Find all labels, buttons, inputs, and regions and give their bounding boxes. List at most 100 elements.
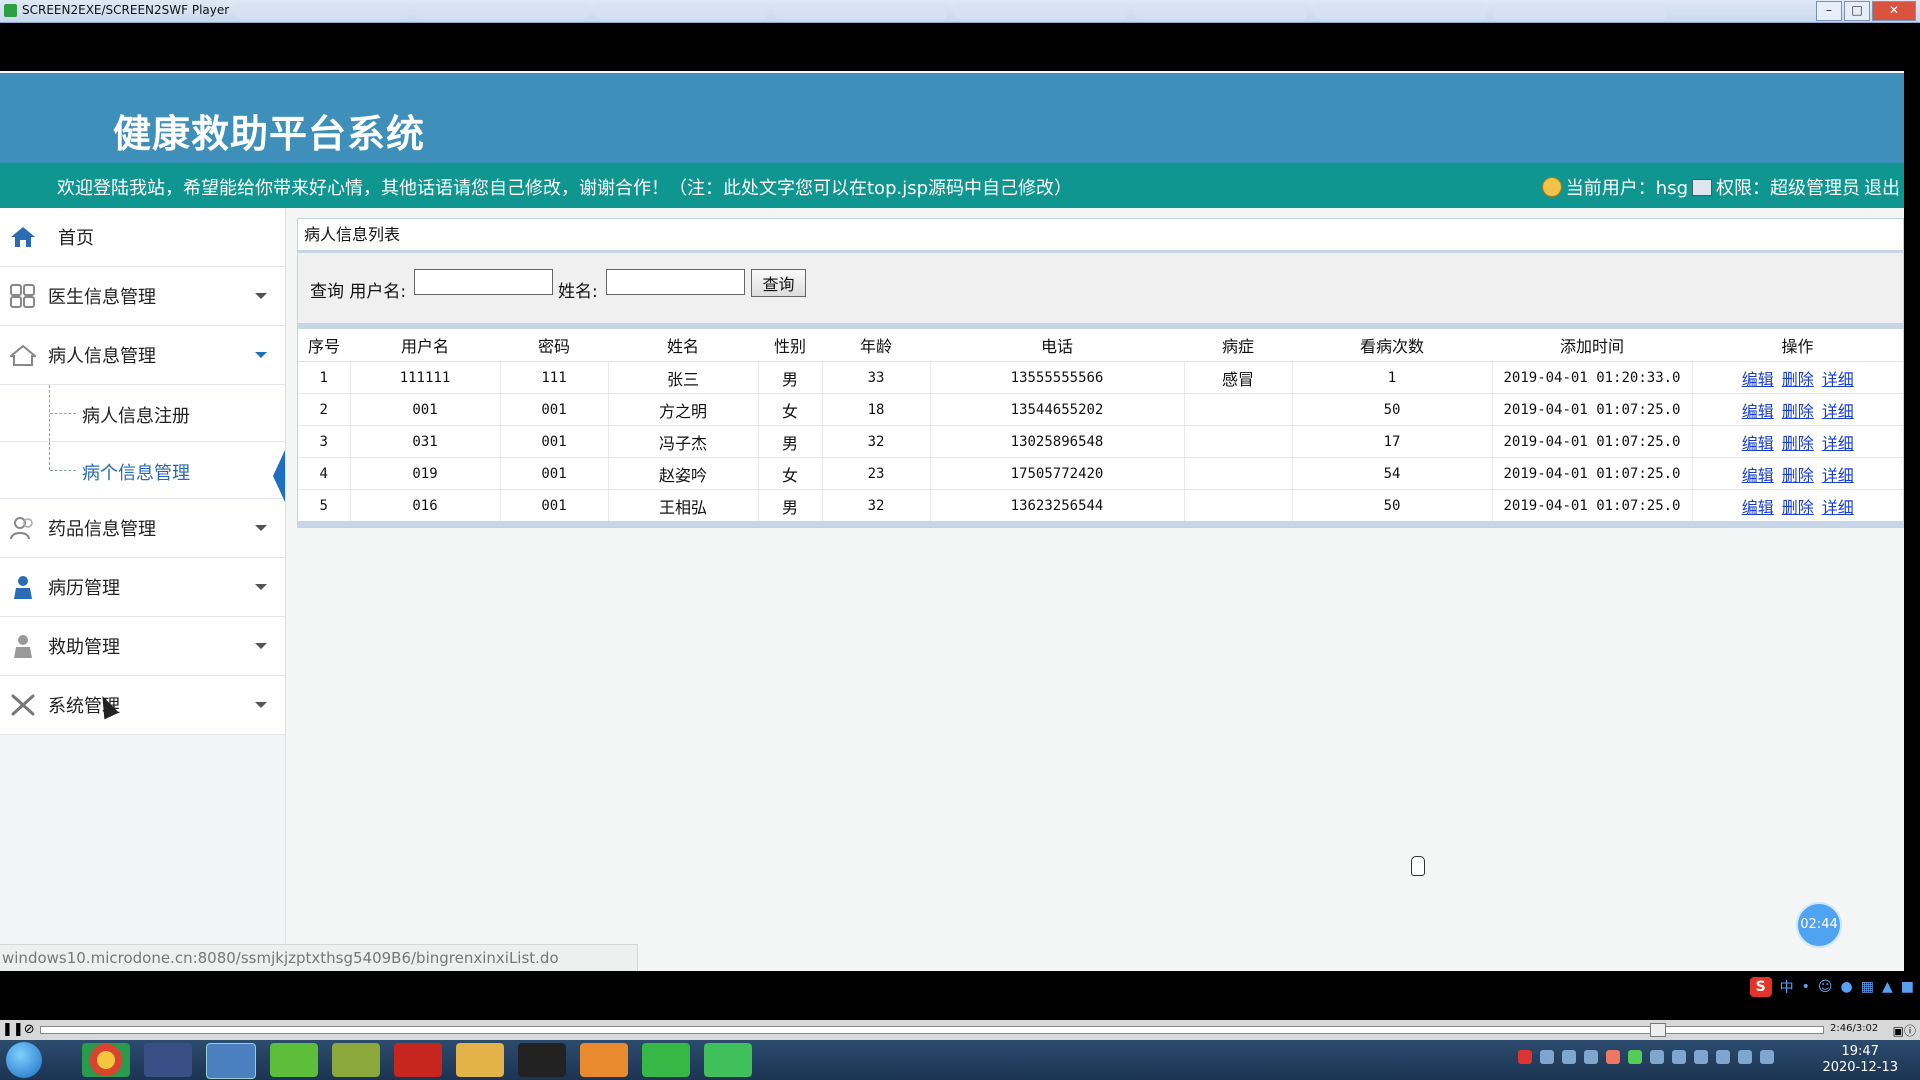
welcome-text: 欢迎登陆我站，希望能给你带来好心情，其他话语请您自己修改，谢谢合作！（注：此处文…	[57, 178, 1073, 199]
tray-icon[interactable]	[1562, 1050, 1576, 1064]
tray-icon[interactable]	[1606, 1050, 1620, 1064]
sidebar-item-records[interactable]: 病历管理	[0, 558, 285, 617]
edit-link[interactable]: 编辑	[1742, 402, 1774, 421]
tab[interactable]	[236, 3, 408, 19]
edit-link[interactable]: 编辑	[1742, 370, 1774, 389]
wechat-icon[interactable]	[642, 1043, 690, 1077]
recording-timer[interactable]: 02:44	[1796, 902, 1842, 948]
seek-bar[interactable]	[40, 1026, 1824, 1034]
search-button[interactable]: 查询	[751, 269, 806, 297]
logout-link[interactable]: 退出	[1864, 174, 1900, 200]
pause-icon[interactable]: ❚❚⊘	[2, 1022, 35, 1037]
app-green-icon[interactable]	[270, 1043, 318, 1077]
sidebar-subitem-register[interactable]: 病人信息注册	[0, 385, 285, 442]
tab[interactable]	[775, 3, 947, 19]
flash-icon[interactable]	[394, 1043, 442, 1077]
cell-disease	[1184, 457, 1293, 490]
tab[interactable]	[955, 3, 1127, 19]
search-labels: 查询 用户名:	[310, 277, 406, 302]
taskbar-apps	[82, 1043, 752, 1079]
site-header: 健康救助平台系统	[0, 73, 1904, 163]
chevron-down-icon	[255, 352, 267, 358]
player-app-icon[interactable]	[704, 1043, 752, 1077]
minimize-button[interactable]: –	[1816, 1, 1842, 21]
sidebar-item-home[interactable]: 首页	[0, 208, 285, 267]
close-button[interactable]: ✕	[1872, 1, 1916, 21]
edit-link[interactable]: 编辑	[1742, 466, 1774, 485]
sidebar-subitem-manage[interactable]: 病个信息管理	[0, 442, 285, 502]
browser-icon[interactable]	[206, 1043, 256, 1079]
tab[interactable]	[1494, 3, 1666, 19]
web-viewport: 健康救助平台系统 欢迎登陆我站，希望能给你带来好心情，其他话语请您自己修改，谢谢…	[0, 71, 1904, 971]
audio-icon[interactable]	[580, 1043, 628, 1077]
taskbar-clock[interactable]: 19:47 2020-12-13	[1822, 1044, 1898, 1076]
tray-icon[interactable]	[1672, 1050, 1686, 1064]
cell-actions: 编辑 删除 详细	[1692, 489, 1903, 521]
start-button[interactable]	[6, 1042, 42, 1078]
patient-list-panel: 病人信息列表 查询 用户名: 姓名: 查询 序号 用户名 密码 姓名 性别 年龄…	[297, 218, 1904, 528]
delete-link[interactable]: 删除	[1782, 434, 1814, 453]
table-row: 4 019 001 赵姿吟女 23 17505772420 54 2019-04-01 01:…	[298, 457, 1903, 490]
search-prefix: 查询	[310, 282, 344, 302]
tray-icon[interactable]	[1716, 1050, 1730, 1064]
cell-gender: 男	[758, 361, 823, 394]
ime-emoji-icon[interactable]: ☺	[1818, 979, 1833, 995]
sidebar-item-aid[interactable]: 救助管理	[0, 617, 285, 676]
delete-link[interactable]: 删除	[1782, 498, 1814, 517]
sidebar-item-system[interactable]: 系统管理	[0, 676, 285, 735]
chrome-icon[interactable]	[82, 1043, 130, 1077]
tray-icon[interactable]	[1694, 1050, 1708, 1064]
sidebar-item-doctor[interactable]: 医生信息管理	[0, 267, 285, 326]
tab[interactable]	[1314, 3, 1487, 19]
ime-menu-icon[interactable]: ■	[1901, 979, 1914, 995]
folder-icon[interactable]	[456, 1043, 504, 1077]
cell-age: 32	[822, 489, 931, 521]
ime-keyboard-icon[interactable]: ▦	[1861, 979, 1874, 995]
username-input[interactable]	[414, 269, 553, 295]
detail-link[interactable]: 详细	[1822, 498, 1854, 517]
sidebar-item-label: 医生信息管理	[48, 287, 156, 308]
edit-link[interactable]: 编辑	[1742, 434, 1774, 453]
cell-phone: 17505772420	[930, 457, 1185, 490]
seek-thumb[interactable]	[1650, 1023, 1666, 1037]
tray-icon[interactable]	[1760, 1050, 1774, 1064]
ime-skin-icon[interactable]: ▲	[1882, 979, 1893, 995]
sogou-ime-icon[interactable]: S	[1749, 977, 1772, 997]
tab[interactable]	[415, 3, 588, 19]
detail-link[interactable]: 详细	[1822, 402, 1854, 421]
ime-mic-icon[interactable]: ●	[1841, 979, 1853, 995]
delete-link[interactable]: 删除	[1782, 466, 1814, 485]
cell-added: 2019-04-01 01:07:25.0	[1492, 489, 1693, 521]
tray-icon[interactable]	[1540, 1050, 1554, 1064]
qq-icon[interactable]	[518, 1043, 566, 1077]
ime-mode[interactable]: 中	[1780, 977, 1794, 997]
delete-link[interactable]: 删除	[1782, 370, 1814, 389]
cell-disease	[1184, 393, 1293, 426]
tray-icon[interactable]	[1650, 1050, 1664, 1064]
home-icon	[11, 227, 35, 247]
tray-icon[interactable]	[1628, 1050, 1642, 1064]
tray-icon[interactable]	[1518, 1050, 1532, 1064]
tray-icon[interactable]	[1738, 1050, 1752, 1064]
ime-punct-icon[interactable]: •	[1802, 979, 1810, 995]
tab[interactable]	[1134, 3, 1307, 19]
notepad-icon[interactable]	[332, 1043, 380, 1077]
tray-icon[interactable]	[1584, 1050, 1598, 1064]
fullscreen-icon[interactable]: ▣ⓘ	[1893, 1022, 1916, 1039]
cell-phone: 13544655202	[930, 393, 1185, 426]
name-input[interactable]	[606, 269, 745, 295]
cell-username: 019	[350, 457, 501, 490]
sidebar-item-patient[interactable]: 病人信息管理	[0, 326, 285, 385]
eclipse-icon[interactable]	[144, 1043, 192, 1077]
cell-gender: 男	[758, 425, 823, 458]
sidebar-item-medicine[interactable]: 药品信息管理	[0, 499, 285, 558]
tab[interactable]	[595, 3, 768, 19]
cell-actions: 编辑 删除 详细	[1692, 393, 1903, 426]
cell-username: 016	[350, 489, 501, 521]
detail-link[interactable]: 详细	[1822, 370, 1854, 389]
edit-link[interactable]: 编辑	[1742, 498, 1774, 517]
detail-link[interactable]: 详细	[1822, 466, 1854, 485]
delete-link[interactable]: 删除	[1782, 402, 1814, 421]
maximize-button[interactable]: □	[1844, 1, 1870, 21]
detail-link[interactable]: 详细	[1822, 434, 1854, 453]
